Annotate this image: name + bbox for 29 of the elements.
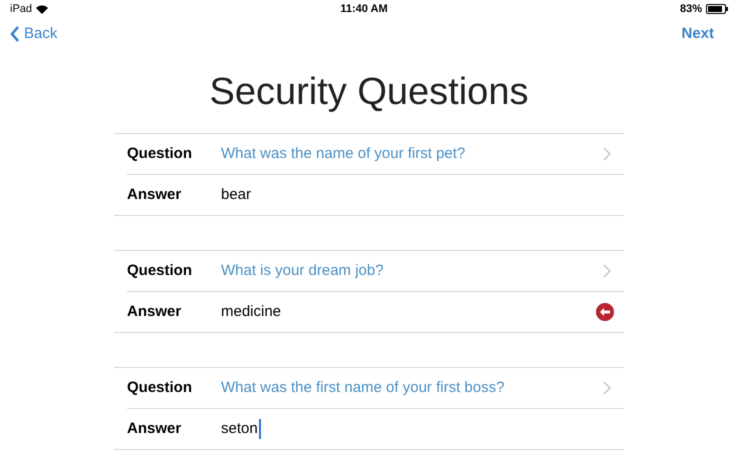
answer-field[interactable]: bear bbox=[221, 184, 614, 206]
clock: 11:40 AM bbox=[340, 2, 388, 17]
question-text: What was the name of your first pet? bbox=[221, 144, 466, 164]
question-row[interactable]: Question What was the first name of your first boss? bbox=[127, 368, 624, 409]
question-label: Question bbox=[127, 378, 194, 398]
arrow-icon bbox=[600, 308, 610, 316]
back-chevron-icon bbox=[10, 26, 20, 42]
chevron-icon bbox=[603, 264, 611, 278]
battery-percent: 83% bbox=[680, 2, 702, 17]
question-row[interactable]: Question What is your dream job? bbox=[127, 251, 624, 292]
page-title: Security Questions bbox=[208, 70, 530, 114]
question-row[interactable]: Question What was the name of your first pet? bbox=[127, 134, 624, 175]
clear-button[interactable] bbox=[596, 303, 614, 321]
device-name: iPad bbox=[10, 2, 32, 17]
chevron-icon bbox=[603, 381, 611, 395]
answer-label: Answer bbox=[127, 184, 182, 205]
battery-icon bbox=[706, 4, 728, 14]
next-button[interactable]: Next bbox=[681, 22, 728, 46]
question-label: Question bbox=[127, 260, 194, 281]
answer-field[interactable]: medicine bbox=[221, 300, 596, 324]
answer-label: Answer bbox=[127, 418, 182, 439]
question-text: What was the first name of your first boss? bbox=[221, 378, 506, 398]
wifi-icon bbox=[36, 4, 48, 14]
answer-label: Answer bbox=[127, 302, 182, 322]
question-text: What is your dream job? bbox=[221, 260, 385, 281]
back-button[interactable]: Back bbox=[10, 22, 58, 46]
answer-field[interactable]: seton bbox=[221, 418, 614, 440]
chevron-icon bbox=[603, 147, 611, 161]
question-label: Question bbox=[127, 144, 194, 164]
